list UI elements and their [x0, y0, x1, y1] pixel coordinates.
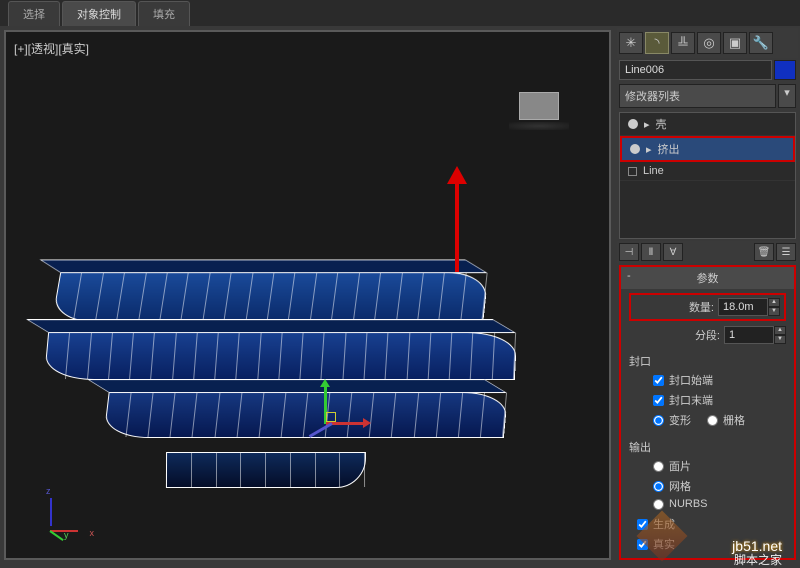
cap-start-checkbox[interactable]: 封口始端: [629, 370, 786, 390]
top-tabs: 选择 对象控制 填充: [0, 0, 800, 26]
cap-end-checkbox[interactable]: 封口末端: [629, 390, 786, 410]
command-panel: ✳ ◝ ╩ ◎ ▣ 🔧 Line006 修改器列表 ▾ ▸壳 ▸挤出 Line …: [615, 26, 800, 564]
output-nurbs-radio[interactable]: NURBS: [629, 496, 786, 512]
motion-tab-icon[interactable]: ◎: [697, 32, 721, 54]
cap-grid-radio[interactable]: 栅格: [707, 412, 745, 428]
utilities-tab-icon[interactable]: 🔧: [749, 32, 773, 54]
amount-label: 数量:: [689, 299, 714, 315]
annotation-arrow: [455, 172, 459, 272]
base-object-line[interactable]: Line: [620, 162, 795, 181]
amount-parameter: 数量: 18.0m▲▼: [629, 293, 786, 321]
modifier-extrude[interactable]: ▸挤出: [620, 136, 795, 162]
parameters-rollout: -参数 数量: 18.0m▲▼ 分段: 1▲▼ 封口 封口始端 封口末端 变形 …: [619, 265, 796, 560]
amount-spinner-buttons[interactable]: ▲▼: [768, 298, 780, 316]
tab-object-control[interactable]: 对象控制: [62, 1, 136, 26]
rollout-header[interactable]: -参数: [621, 267, 794, 289]
viewcube[interactable]: [509, 92, 569, 132]
axis-tripod: z x y: [46, 498, 86, 538]
viewport-perspective[interactable]: [+][透视][真实] z x y: [4, 30, 611, 560]
make-unique-icon[interactable]: ∀: [663, 243, 683, 261]
stack-toolbar: ⊣ Ⅱ ∀ 🗑 ☰: [617, 241, 798, 263]
output-mesh-radio[interactable]: 网格: [629, 476, 786, 496]
viewport-label[interactable]: [+][透视][真实]: [14, 40, 89, 57]
output-patch-radio[interactable]: 面片: [629, 456, 786, 476]
dropdown-arrow-icon[interactable]: ▾: [778, 84, 796, 108]
output-group: 输出 面片 网格 NURBS: [629, 436, 786, 514]
segments-spinner-buttons[interactable]: ▲▼: [774, 326, 786, 344]
modifier-stack[interactable]: ▸壳 ▸挤出 Line: [619, 112, 796, 239]
object-color-swatch[interactable]: [774, 60, 796, 80]
tab-fill[interactable]: 填充: [138, 1, 190, 26]
model-geometry[interactable]: [46, 212, 526, 512]
object-name-field[interactable]: Line006: [619, 60, 772, 80]
show-end-result-icon[interactable]: Ⅱ: [641, 243, 661, 261]
segments-label: 分段:: [695, 327, 720, 343]
modifier-shell[interactable]: ▸壳: [620, 113, 795, 136]
watermark-name: 脚本之家: [734, 551, 782, 568]
amount-spinner[interactable]: 18.0m: [718, 298, 768, 316]
display-tab-icon[interactable]: ▣: [723, 32, 747, 54]
configure-sets-icon[interactable]: ☰: [776, 243, 796, 261]
cap-morph-radio[interactable]: 变形: [653, 412, 691, 428]
command-panel-tabs: ✳ ◝ ╩ ◎ ▣ 🔧: [617, 28, 798, 58]
remove-modifier-icon[interactable]: 🗑: [754, 243, 774, 261]
tab-select[interactable]: 选择: [8, 1, 60, 26]
cap-group: 封口 封口始端 封口末端 变形 栅格: [629, 350, 786, 432]
create-tab-icon[interactable]: ✳: [619, 32, 643, 54]
modify-tab-icon[interactable]: ◝: [645, 32, 669, 54]
segments-spinner[interactable]: 1: [724, 326, 774, 344]
main-area: [+][透视][真实] z x y ✳ ◝ ╩ ◎ ▣ 🔧: [0, 26, 800, 564]
hierarchy-tab-icon[interactable]: ╩: [671, 32, 695, 54]
modifier-list-dropdown[interactable]: 修改器列表: [619, 84, 776, 108]
transform-gizmo[interactable]: [286, 382, 366, 462]
pin-stack-icon[interactable]: ⊣: [619, 243, 639, 261]
